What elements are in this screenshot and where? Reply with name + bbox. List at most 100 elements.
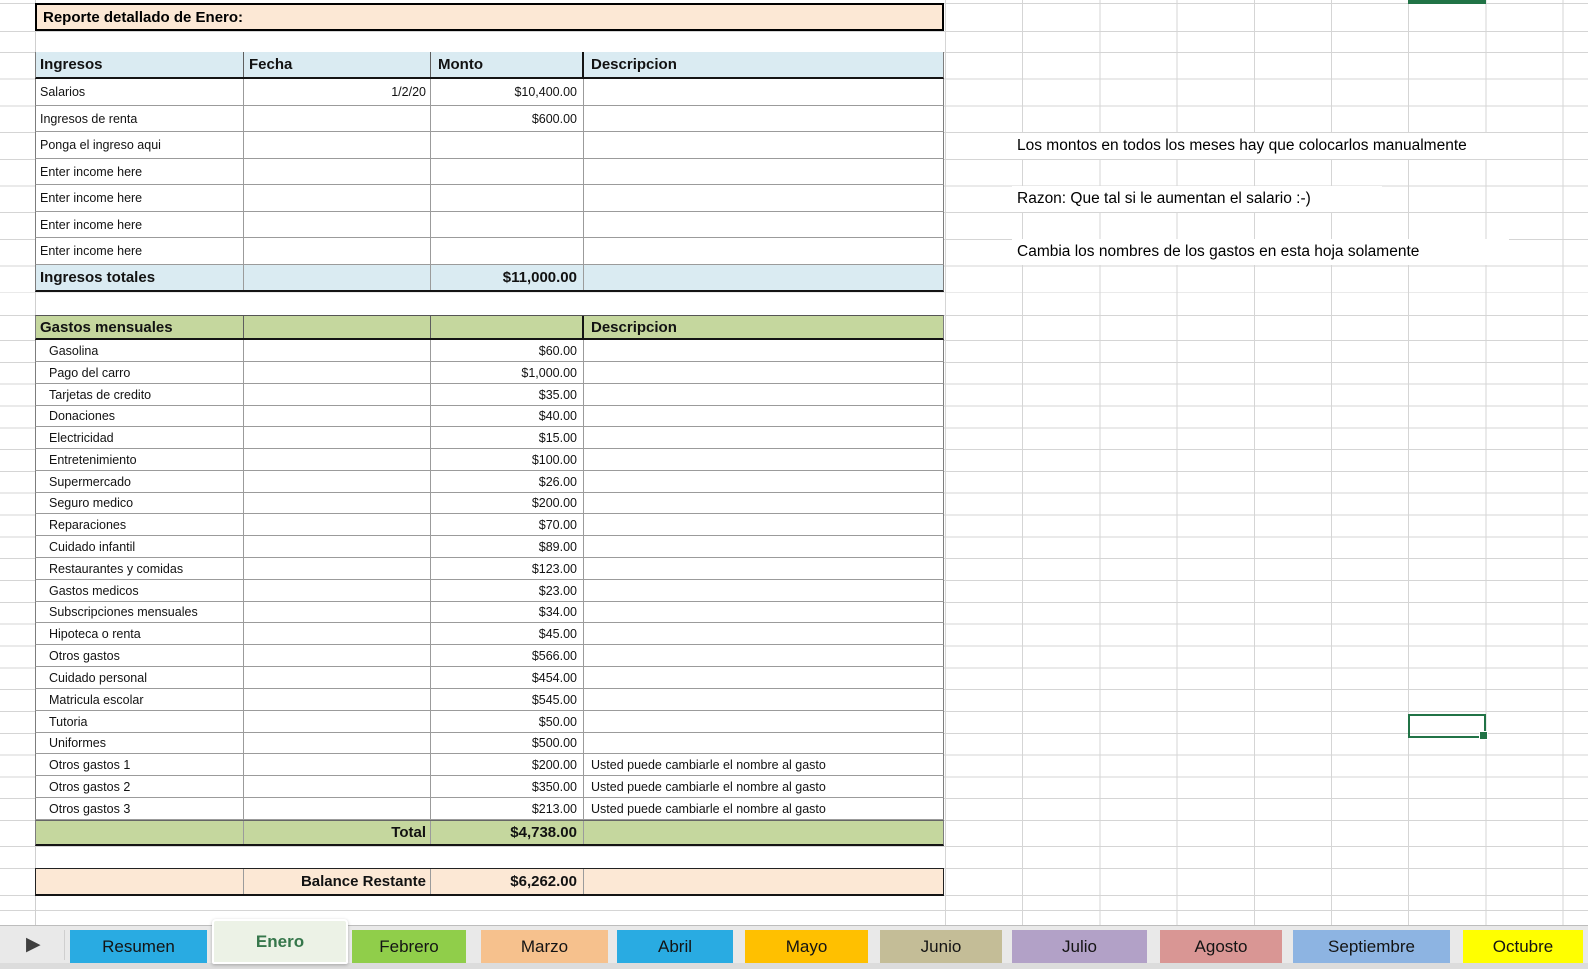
sheet-tab-octubre[interactable]: Octubre: [1463, 930, 1583, 963]
sheet-tab-septiembre[interactable]: Septiembre: [1293, 930, 1450, 963]
balance-label[interactable]: Balance Restante: [244, 869, 431, 894]
report-title-cell[interactable]: Reporte detallado de Enero:: [35, 3, 944, 31]
cell-blank[interactable]: [244, 471, 431, 492]
cell-label[interactable]: Otros gastos: [36, 645, 244, 666]
cell-label[interactable]: Otros gastos 1: [36, 754, 244, 775]
selected-cell-outline[interactable]: [1408, 714, 1486, 738]
balance-amount[interactable]: $6,262.00: [431, 869, 584, 894]
cell-description[interactable]: [584, 689, 945, 710]
cell-blank[interactable]: [244, 449, 431, 470]
cell-label[interactable]: Gasolina: [36, 340, 244, 361]
cell-amount[interactable]: $89.00: [431, 536, 584, 557]
cell-blank[interactable]: [244, 427, 431, 448]
cell-amount[interactable]: [431, 212, 584, 237]
cell-description[interactable]: [584, 106, 945, 131]
cell-description[interactable]: [584, 159, 945, 184]
cell-description[interactable]: [584, 362, 945, 383]
cell-blank[interactable]: [244, 711, 431, 732]
cell-label[interactable]: Uniformes: [36, 733, 244, 753]
cell-label[interactable]: Supermercado: [36, 471, 244, 492]
cell-amount[interactable]: $10,400.00: [431, 79, 584, 105]
sheet-tab-julio[interactable]: Julio: [1012, 930, 1147, 963]
cell-date[interactable]: [244, 265, 431, 290]
cell-amount[interactable]: $70.00: [431, 514, 584, 535]
cell-amount[interactable]: $35.00: [431, 384, 584, 405]
cell-blank[interactable]: [36, 821, 244, 844]
cell-amount[interactable]: $600.00: [431, 106, 584, 131]
cell-amount[interactable]: $100.00: [431, 449, 584, 470]
cell-date[interactable]: [244, 212, 431, 237]
cell-description[interactable]: [584, 602, 945, 622]
expenses-header-label[interactable]: Gastos mensuales: [36, 316, 244, 338]
expenses-total-amount[interactable]: $4,738.00: [431, 821, 584, 844]
cell-blank[interactable]: [431, 316, 584, 338]
cell-date[interactable]: [244, 106, 431, 131]
cell-description[interactable]: [584, 132, 945, 158]
cell-amount[interactable]: $566.00: [431, 645, 584, 666]
cell-blank[interactable]: [244, 776, 431, 797]
expenses-header-description[interactable]: Descripcion: [584, 316, 945, 338]
sheet-tab-marzo[interactable]: Marzo: [481, 930, 608, 963]
income-header-name[interactable]: Ingresos: [36, 52, 244, 77]
cell-amount[interactable]: [431, 132, 584, 158]
cell-blank[interactable]: [244, 667, 431, 688]
cell-amount[interactable]: $454.00: [431, 667, 584, 688]
cell-description[interactable]: Usted puede cambiarle el nombre al gasto: [584, 776, 945, 797]
cell-label[interactable]: Enter income here: [36, 185, 244, 211]
cell-blank[interactable]: [244, 384, 431, 405]
cell-date[interactable]: [244, 132, 431, 158]
cell-label[interactable]: Cuidado infantil: [36, 536, 244, 557]
cell-blank[interactable]: [244, 362, 431, 383]
cell-date[interactable]: [244, 238, 431, 264]
cell-blank[interactable]: [244, 493, 431, 513]
sheet-tab-mayo[interactable]: Mayo: [745, 930, 868, 963]
cell-label[interactable]: Gastos medicos: [36, 580, 244, 601]
income-header-amount[interactable]: Monto: [431, 52, 584, 77]
cell-blank[interactable]: [584, 869, 945, 894]
cell-blank[interactable]: [244, 580, 431, 601]
cell-date[interactable]: 1/2/20: [244, 79, 431, 105]
cell-blank[interactable]: [244, 602, 431, 622]
note-amounts-manual[interactable]: Los montos en todos los meses hay que co…: [1012, 133, 1562, 159]
cell-description[interactable]: [584, 580, 945, 601]
cell-label[interactable]: Seguro medico: [36, 493, 244, 513]
cell-amount[interactable]: $60.00: [431, 340, 584, 361]
cell-label[interactable]: Cuidado personal: [36, 667, 244, 688]
income-total-amount[interactable]: $11,000.00: [431, 265, 584, 290]
cell-description[interactable]: [584, 733, 945, 753]
cell-blank[interactable]: [244, 733, 431, 753]
cell-label[interactable]: Tarjetas de credito: [36, 384, 244, 405]
cell-amount[interactable]: $350.00: [431, 776, 584, 797]
cell-label[interactable]: Enter income here: [36, 238, 244, 264]
cell-blank[interactable]: [36, 869, 244, 894]
cell-description[interactable]: [584, 623, 945, 644]
cell-blank[interactable]: [244, 689, 431, 710]
cell-label[interactable]: Otros gastos 2: [36, 776, 244, 797]
cell-amount[interactable]: $15.00: [431, 427, 584, 448]
cell-label[interactable]: Entretenimiento: [36, 449, 244, 470]
cell-amount[interactable]: $34.00: [431, 602, 584, 622]
cell-description[interactable]: [584, 406, 945, 426]
cell-label[interactable]: Salarios: [36, 79, 244, 105]
cell-description[interactable]: [584, 645, 945, 666]
cell-blank[interactable]: [244, 406, 431, 426]
cell-amount[interactable]: $23.00: [431, 580, 584, 601]
cell-amount[interactable]: $200.00: [431, 754, 584, 775]
cell-blank[interactable]: [244, 536, 431, 557]
cell-blank[interactable]: [244, 798, 431, 819]
cell-description[interactable]: [584, 558, 945, 579]
cell-amount[interactable]: $213.00: [431, 798, 584, 819]
cell-blank[interactable]: [244, 754, 431, 775]
cell-description[interactable]: [584, 340, 945, 361]
cell-blank[interactable]: [584, 821, 945, 844]
cell-label[interactable]: Reparaciones: [36, 514, 244, 535]
cell-description[interactable]: [584, 667, 945, 688]
cell-description[interactable]: [584, 449, 945, 470]
cell-description[interactable]: [584, 384, 945, 405]
expenses-total-label[interactable]: Total: [244, 821, 431, 844]
income-total-label[interactable]: Ingresos totales: [36, 265, 244, 290]
cell-label[interactable]: Enter income here: [36, 159, 244, 184]
cell-description[interactable]: [584, 185, 945, 211]
cell-label[interactable]: Ponga el ingreso aqui: [36, 132, 244, 158]
cell-description[interactable]: Usted puede cambiarle el nombre al gasto: [584, 754, 945, 775]
